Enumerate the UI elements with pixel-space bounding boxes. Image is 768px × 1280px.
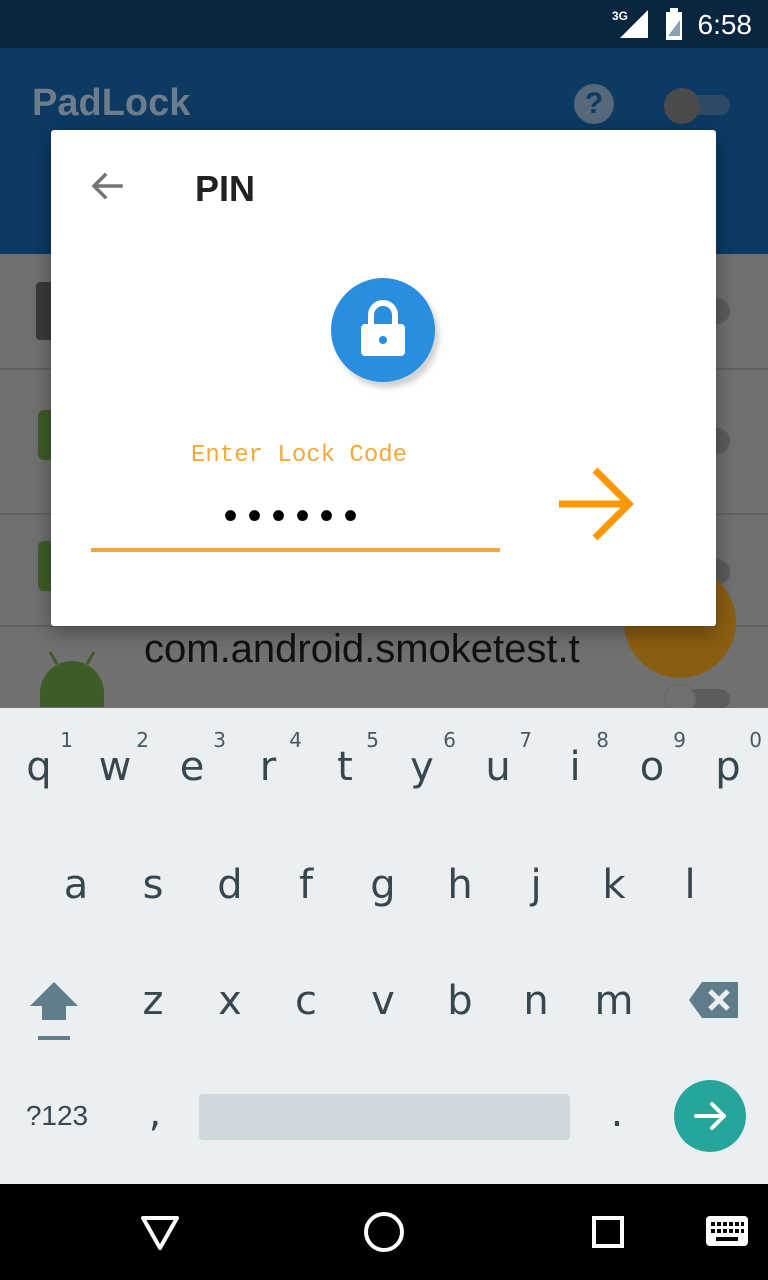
key-r[interactable]: 4r — [230, 722, 306, 822]
enter-key[interactable] — [674, 1080, 746, 1152]
keyboard-switch-icon[interactable] — [706, 1216, 748, 1246]
key-l[interactable]: l — [652, 842, 728, 942]
dialog-title: PIN — [195, 168, 256, 209]
navigation-bar — [0, 1184, 768, 1280]
key-a[interactable]: a — [38, 842, 114, 942]
signal-3g-icon: 3G — [612, 9, 648, 38]
backspace-icon[interactable] — [688, 980, 740, 1020]
arrow-forward-icon — [694, 1102, 726, 1130]
arrow-back-icon[interactable] — [87, 166, 127, 206]
key-f[interactable]: f — [268, 842, 344, 942]
lock-badge — [331, 278, 435, 382]
lock-code-underline — [91, 548, 500, 552]
soft-keyboard: 1q 2w 3e 4r 5t 6y 7u 8i 9o 0p a s d f g … — [0, 708, 768, 1184]
key-z[interactable]: z — [115, 960, 191, 1060]
key-b[interactable]: b — [422, 960, 498, 1060]
key-j[interactable]: j — [498, 842, 574, 942]
key-s[interactable]: s — [115, 842, 191, 942]
app-title: PadLock — [32, 82, 191, 124]
nav-home-circle-icon[interactable] — [364, 1212, 404, 1252]
nav-back-triangle-icon[interactable] — [140, 1212, 180, 1252]
android-app-icon — [40, 661, 104, 707]
question-circle-icon[interactable]: ? — [574, 84, 614, 124]
key-i[interactable]: 8i — [537, 722, 613, 822]
key-x[interactable]: x — [192, 960, 268, 1060]
key-k[interactable]: k — [576, 842, 652, 942]
key-h[interactable]: h — [422, 842, 498, 942]
key-u[interactable]: 7u — [460, 722, 536, 822]
lock-code-label: Enter Lock Code — [191, 442, 408, 469]
master-toggle-switch[interactable] — [664, 88, 730, 124]
key-o[interactable]: 9o — [614, 722, 690, 822]
shift-arrow-icon[interactable] — [24, 978, 84, 1042]
comma-key[interactable]: , — [130, 1090, 180, 1136]
arrow-forward-icon[interactable] — [555, 464, 635, 544]
pin-dialog: PIN Enter Lock Code •••••• — [51, 130, 716, 626]
key-d[interactable]: d — [192, 842, 268, 942]
period-key[interactable]: . — [592, 1090, 642, 1136]
nav-recents-square-icon[interactable] — [592, 1216, 624, 1248]
lock-icon — [361, 300, 405, 356]
app-package-name: com.android.smoketest.t — [144, 627, 580, 671]
battery-icon — [666, 8, 682, 40]
status-bar: 3G 6:58 — [0, 0, 768, 48]
key-c[interactable]: c — [268, 960, 344, 1060]
status-time: 6:58 — [697, 9, 753, 40]
key-v[interactable]: v — [345, 960, 421, 1060]
network-type: 3G — [612, 9, 628, 23]
key-t[interactable]: 5t — [307, 722, 383, 822]
symbols-key[interactable]: ?123 — [22, 1100, 92, 1132]
key-e[interactable]: 3e — [154, 722, 230, 822]
lock-code-input[interactable]: •••••• — [91, 490, 500, 550]
key-p[interactable]: 0p — [690, 722, 766, 822]
key-m[interactable]: m — [576, 960, 652, 1060]
key-n[interactable]: n — [498, 960, 574, 1060]
switch-thumb — [664, 88, 700, 124]
key-w[interactable]: 2w — [77, 722, 153, 822]
key-y[interactable]: 6y — [384, 722, 460, 822]
space-bar[interactable] — [199, 1094, 570, 1140]
key-q[interactable]: 1q — [1, 722, 77, 822]
key-g[interactable]: g — [345, 842, 421, 942]
